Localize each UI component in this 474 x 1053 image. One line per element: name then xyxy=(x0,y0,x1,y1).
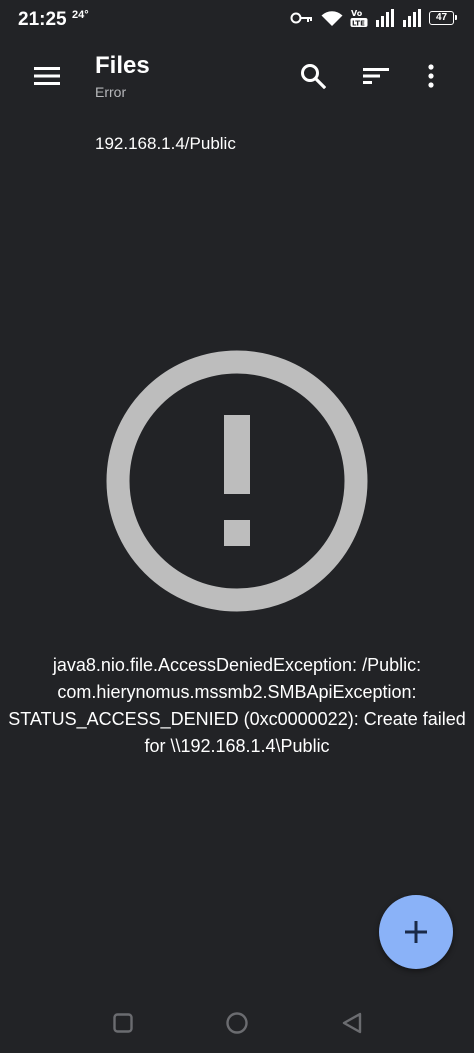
home-button[interactable] xyxy=(222,1008,252,1038)
svg-text:LTE: LTE xyxy=(352,20,365,28)
battery-level: 47 xyxy=(435,12,448,23)
search-button[interactable] xyxy=(291,54,335,98)
add-button[interactable] xyxy=(379,895,453,969)
circle-icon xyxy=(226,1012,248,1034)
error-message: java8.nio.file.AccessDeniedException: /P… xyxy=(8,655,466,756)
more-vert-icon xyxy=(428,64,434,88)
status-bar: 21:25 24° Vo LTE 47 xyxy=(0,0,474,40)
add-icon xyxy=(405,921,427,943)
back-button[interactable] xyxy=(337,1008,367,1038)
menu-icon xyxy=(34,67,60,85)
wifi-icon xyxy=(321,10,343,26)
sort-button[interactable] xyxy=(354,54,398,98)
svg-text:Vo: Vo xyxy=(351,9,363,18)
breadcrumb[interactable]: 192.168.1.4/Public xyxy=(95,134,236,154)
system-navigation-bar xyxy=(0,990,474,1053)
sort-icon xyxy=(363,68,389,84)
page-subtitle: Error xyxy=(95,84,127,100)
title-block: Files Error xyxy=(95,52,150,100)
battery-icon: 47 xyxy=(429,11,457,25)
signal-icon xyxy=(376,9,394,27)
search-icon xyxy=(301,64,326,89)
key-icon xyxy=(290,12,312,24)
status-icons: Vo LTE 47 xyxy=(290,8,457,28)
back-triangle-icon xyxy=(342,1012,362,1034)
volte-lte-icon: Vo LTE xyxy=(350,9,368,28)
status-temperature: 24° xyxy=(72,9,89,21)
square-icon xyxy=(113,1013,133,1033)
page-title: Files xyxy=(95,52,150,79)
more-options-button[interactable] xyxy=(409,54,453,98)
recents-button[interactable] xyxy=(108,1008,138,1038)
status-time: 21:25 xyxy=(18,9,67,30)
files-screen: 21:25 24° Vo LTE 47 Files Error 192.168.… xyxy=(0,0,474,1053)
error-icon xyxy=(106,350,368,612)
signal-icon xyxy=(403,9,421,27)
menu-button[interactable] xyxy=(25,54,69,98)
top-app-bar: Files Error xyxy=(0,40,474,110)
